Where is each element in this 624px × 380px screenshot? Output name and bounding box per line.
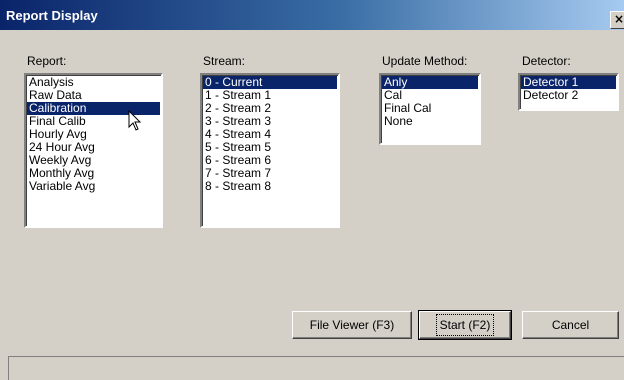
report-listbox[interactable]: Analysis Raw Data Calibration Final Calib Ho… [24,73,163,228]
file-viewer-button[interactable]: File Viewer (F3) [292,311,412,339]
report-display-dialog: Report Display × Report: Analysis Raw Dat… [0,0,624,380]
list-item[interactable]: Variable Avg [27,180,160,193]
mouse-pointer-icon [128,110,142,131]
close-button[interactable]: × [610,11,624,29]
file-viewer-button-label: File Viewer (F3) [309,318,395,332]
start-button[interactable]: Start (F2) [418,310,512,340]
report-label: Report: [27,54,67,68]
title-bar[interactable]: Report Display × [0,0,624,30]
detector-listbox[interactable]: Detector 1 Detector 2 [518,73,619,111]
update-method-listbox[interactable]: Anly Cal Final Cal None [379,73,481,145]
cancel-button-label: Cancel [551,318,590,332]
detector-label: Detector: [522,54,571,68]
list-item[interactable]: Detector 2 [521,89,616,102]
update-method-label: Update Method: [382,54,468,68]
list-item[interactable]: None [382,115,478,128]
stream-listbox[interactable]: 0 - Current 1 - Stream 12 - Stream 23 - S… [200,73,340,228]
window-title: Report Display [6,8,98,23]
status-bar [8,356,624,380]
stream-label: Stream: [203,54,246,68]
start-button-label: Start (F2) [435,314,495,336]
list-item[interactable]: 8 - Stream 8 [203,180,337,193]
cancel-button[interactable]: Cancel [522,311,619,339]
